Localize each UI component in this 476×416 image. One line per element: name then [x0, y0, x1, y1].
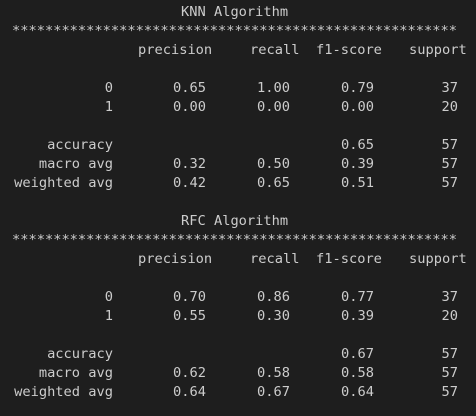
row-label: accuracy — [47, 346, 113, 362]
precision-value: 0.55 — [173, 308, 206, 324]
f1-value: 0.65 — [341, 137, 374, 153]
recall-value: 0.30 — [257, 308, 290, 324]
separator-line: ****************************************… — [12, 232, 457, 248]
header-f1-score: f1-score — [316, 42, 382, 58]
separator-line: ****************************************… — [12, 23, 457, 39]
report-title: RFC Algorithm — [181, 213, 289, 229]
report-title: KNN Algorithm — [181, 4, 289, 20]
f1-value: 0.79 — [341, 80, 374, 96]
f1-value: 0.39 — [341, 308, 374, 324]
header-f1-score: f1-score — [316, 251, 382, 267]
header-support: support — [409, 251, 467, 267]
row-label: weighted avg — [14, 175, 113, 191]
recall-value: 0.58 — [257, 365, 290, 381]
support-value: 57 — [441, 175, 458, 191]
recall-value: 0.50 — [257, 156, 290, 172]
header-recall: recall — [250, 42, 300, 58]
support-value: 57 — [441, 137, 458, 153]
row-label: 0 — [104, 289, 113, 305]
header-precision: precision — [138, 251, 213, 267]
recall-value: 0.67 — [257, 384, 290, 400]
terminal-output: KNN Algorithm **************************… — [0, 0, 476, 416]
row-label: macro avg — [38, 156, 113, 172]
f1-value: 0.39 — [341, 156, 374, 172]
header-recall: recall — [250, 251, 300, 267]
row-label: 0 — [104, 80, 113, 96]
recall-value: 0.86 — [257, 289, 290, 305]
precision-value: 0.70 — [173, 289, 206, 305]
support-value: 20 — [441, 99, 458, 115]
row-label: accuracy — [47, 137, 113, 153]
f1-value: 0.64 — [341, 384, 374, 400]
support-value: 37 — [441, 289, 458, 305]
support-value: 37 — [441, 80, 458, 96]
precision-value: 0.00 — [173, 99, 206, 115]
support-value: 57 — [441, 365, 458, 381]
f1-value: 0.58 — [341, 365, 374, 381]
precision-value: 0.62 — [173, 365, 206, 381]
f1-value: 0.00 — [341, 99, 374, 115]
row-label: 1 — [104, 308, 113, 324]
recall-value: 0.00 — [257, 99, 290, 115]
support-value: 57 — [441, 346, 458, 362]
precision-value: 0.32 — [173, 156, 206, 172]
recall-value: 1.00 — [257, 80, 290, 96]
support-value: 57 — [441, 384, 458, 400]
f1-value: 0.67 — [341, 346, 374, 362]
support-value: 57 — [441, 156, 458, 172]
row-label: 1 — [104, 99, 113, 115]
precision-value: 0.65 — [173, 80, 206, 96]
f1-value: 0.77 — [341, 289, 374, 305]
row-label: macro avg — [38, 365, 113, 381]
row-label: weighted avg — [14, 384, 113, 400]
header-precision: precision — [138, 42, 213, 58]
f1-value: 0.51 — [341, 175, 374, 191]
precision-value: 0.64 — [173, 384, 206, 400]
precision-value: 0.42 — [173, 175, 206, 191]
header-support: support — [409, 42, 467, 58]
support-value: 20 — [441, 308, 458, 324]
recall-value: 0.65 — [257, 175, 290, 191]
